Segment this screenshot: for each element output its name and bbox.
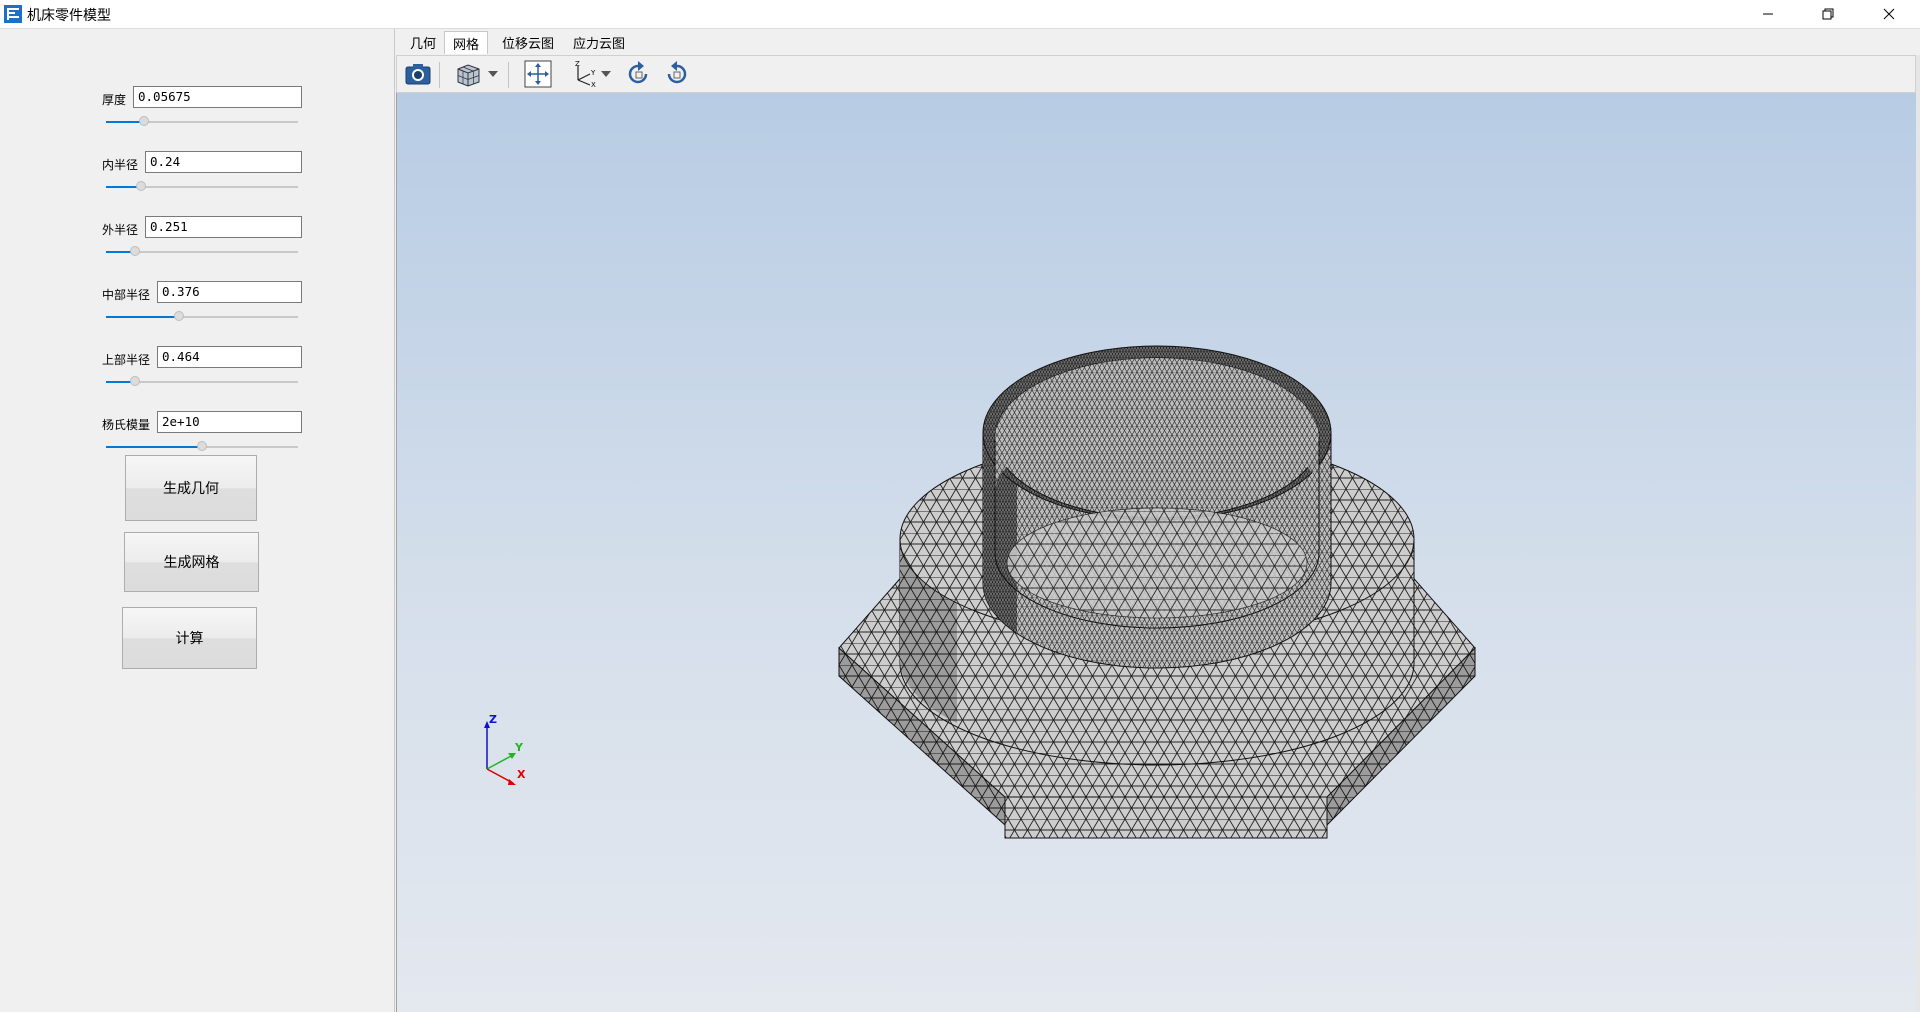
restore-button[interactable] — [1805, 0, 1851, 28]
title-bar: 机床零件模型 — [0, 0, 1920, 29]
x-axis-label: X — [517, 768, 526, 781]
y-axis-line — [486, 754, 514, 770]
axes-icon: Z Y X — [575, 60, 596, 88]
axis-triad: Z Y X — [484, 713, 526, 785]
middle-radius-label: 中部半径 — [102, 288, 151, 302]
upper-radius-slider[interactable] — [106, 376, 298, 386]
middle-radius-slider-thumb[interactable] — [173, 311, 184, 321]
x-axis-arrow — [508, 779, 516, 785]
app-icon — [4, 5, 22, 23]
rotate-right-icon — [667, 61, 687, 84]
axes-orientation-button[interactable]: Z Y X — [569, 60, 599, 88]
right-edge — [1916, 55, 1920, 1012]
inner-radius-input[interactable]: 0.24 — [145, 151, 302, 173]
upper-radius-input[interactable]: 0.464 — [157, 346, 302, 368]
screenshot-button[interactable] — [401, 60, 435, 88]
upper-radius-slider-thumb[interactable] — [129, 376, 140, 386]
restore-icon — [1822, 8, 1834, 20]
outer-radius-input[interactable]: 0.251 — [145, 216, 302, 238]
youngs-modulus-input[interactable]: 2e+10 — [157, 411, 302, 433]
view-tab-bar: 几何 网格 位移云图 应力云图 — [395, 29, 1920, 54]
youngs-modulus-label: 杨氏模量 — [102, 418, 151, 432]
inner-radius-label: 内半径 — [102, 158, 139, 172]
generate-mesh-button[interactable]: 生成网格 — [124, 532, 259, 592]
close-button[interactable] — [1866, 0, 1912, 28]
svg-text:Z: Z — [575, 60, 580, 68]
y-axis-label: Y — [514, 741, 524, 754]
svg-text:X: X — [591, 81, 596, 88]
mesh-model — [838, 345, 1476, 839]
dropdown-arrow-icon — [488, 71, 498, 77]
minimize-icon — [1763, 13, 1773, 15]
minimize-button[interactable] — [1745, 0, 1791, 28]
rotate-right-button[interactable] — [662, 60, 692, 88]
tab-stress-contour[interactable]: 应力云图 — [567, 31, 631, 54]
fit-view-button[interactable] — [522, 60, 554, 88]
tab-geometry[interactable]: 几何 — [404, 31, 442, 54]
axes-dropdown[interactable] — [599, 60, 613, 88]
fit-view-icon — [524, 60, 552, 88]
view-mode-button[interactable] — [452, 60, 484, 88]
youngs-modulus-slider[interactable] — [106, 441, 298, 451]
inner-radius-slider[interactable] — [106, 181, 298, 191]
thickness-label: 厚度 — [102, 93, 127, 107]
middle-radius-input[interactable]: 0.376 — [157, 281, 302, 303]
cube-view-icon — [457, 64, 480, 87]
outer-radius-label: 外半径 — [102, 223, 139, 237]
z-axis-label: Z — [489, 713, 497, 726]
camera-icon — [405, 64, 431, 85]
rotate-left-icon — [628, 61, 648, 84]
thickness-input[interactable]: 0.05675 — [133, 86, 302, 108]
dropdown-arrow-icon — [601, 71, 611, 77]
youngs-modulus-slider-thumb[interactable] — [197, 441, 207, 451]
thickness-slider-thumb[interactable] — [139, 116, 150, 126]
compute-button[interactable]: 计算 — [122, 607, 257, 669]
thickness-slider[interactable] — [106, 116, 298, 126]
rotate-left-button[interactable] — [623, 60, 653, 88]
tab-displacement-contour[interactable]: 位移云图 — [496, 31, 560, 54]
outer-radius-slider[interactable] — [106, 246, 298, 256]
generate-geometry-button[interactable]: 生成几何 — [125, 455, 257, 521]
svg-text:Y: Y — [590, 69, 596, 77]
viewer-toolbar: Z Y X — [396, 55, 1916, 93]
parameter-panel: 厚度 0.05675 内半径 0.24 外半径 0.251 中部半径 0.376… — [0, 29, 395, 1012]
view-mode-dropdown[interactable] — [486, 60, 500, 88]
upper-radius-label: 上部半径 — [102, 353, 151, 367]
close-icon — [1883, 8, 1895, 20]
middle-radius-slider[interactable] — [106, 311, 298, 321]
outer-radius-slider-thumb[interactable] — [129, 246, 140, 256]
3d-viewport[interactable]: Z Y X — [396, 93, 1917, 1012]
window-title: 机床零件模型 — [27, 8, 111, 24]
inner-radius-slider-thumb[interactable] — [135, 181, 146, 191]
tab-mesh[interactable]: 网格 — [444, 31, 488, 54]
